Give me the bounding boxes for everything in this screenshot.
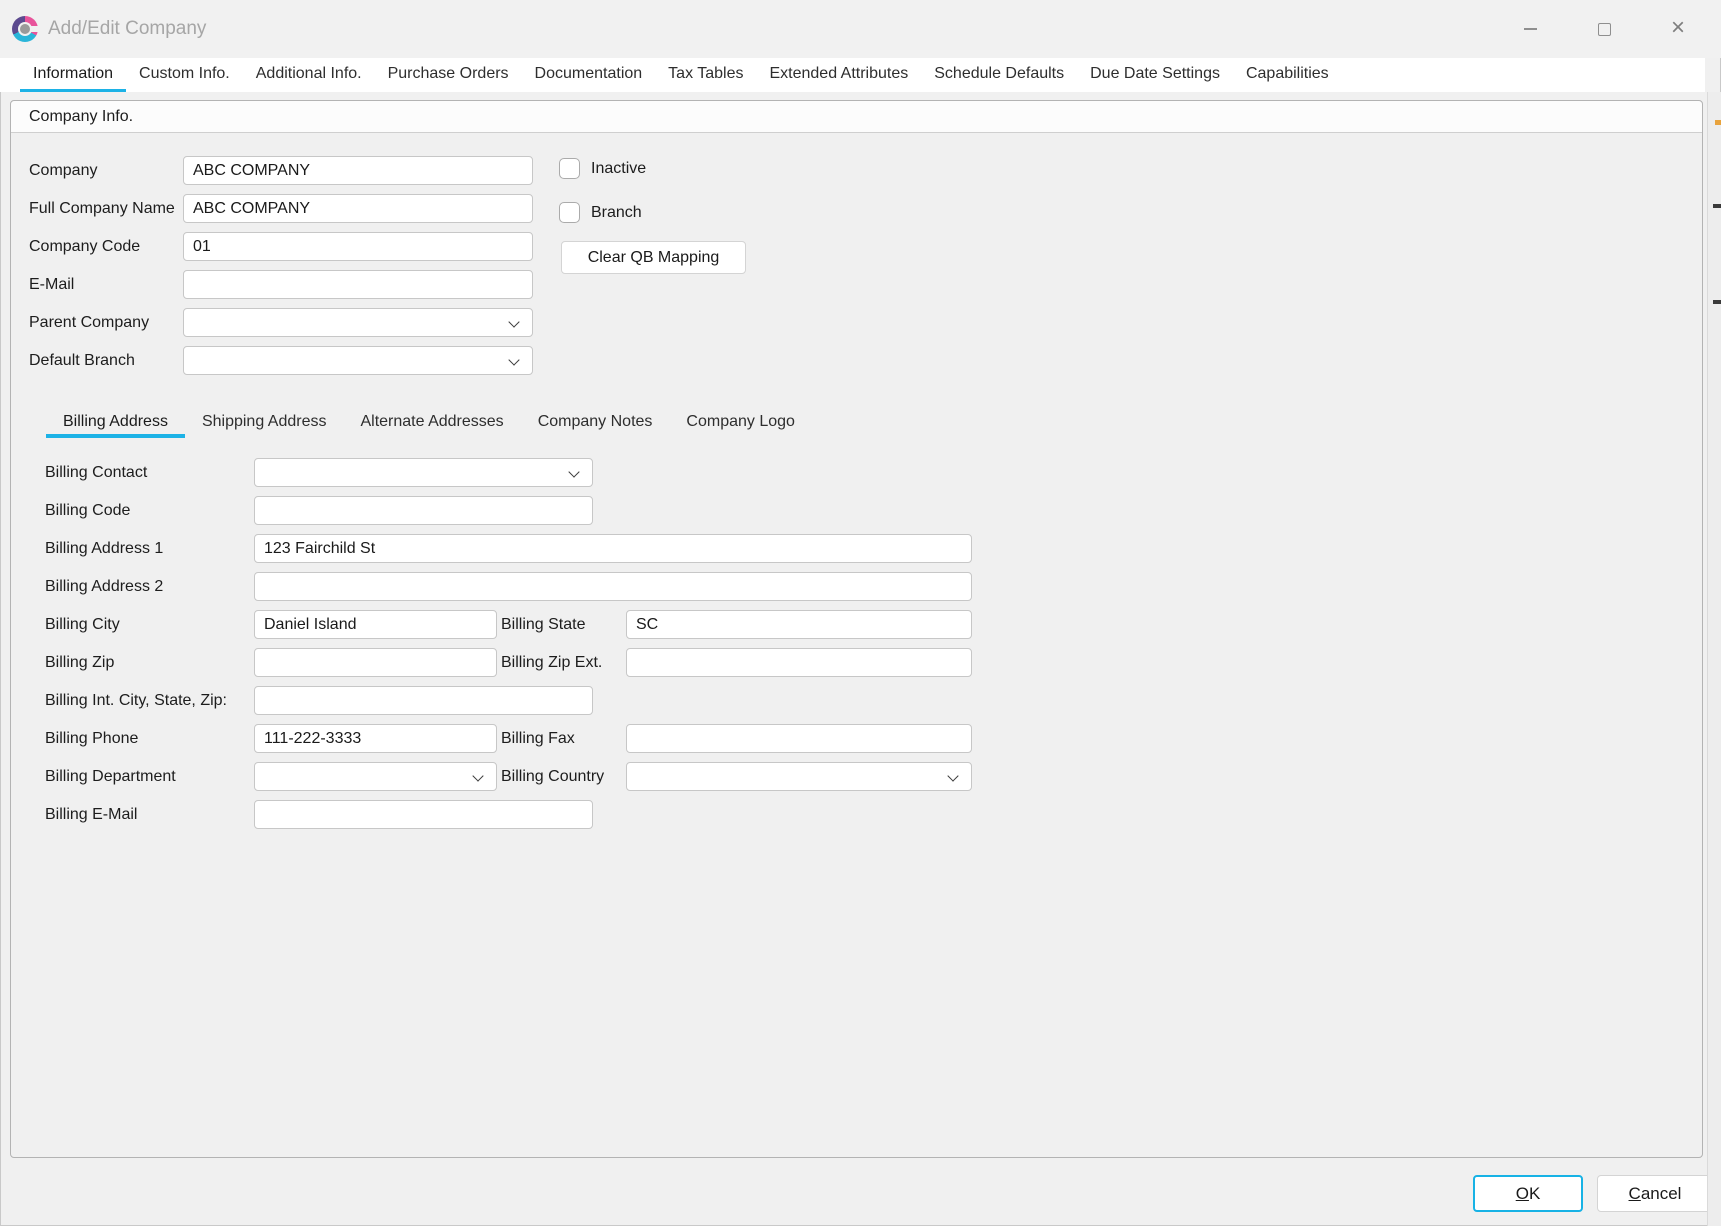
default-branch-label: Default Branch <box>29 346 135 375</box>
billing-zip-label: Billing Zip <box>45 648 114 677</box>
chevron-down-icon <box>472 770 483 781</box>
minimize-icon <box>1524 28 1537 30</box>
email-input[interactable] <box>183 270 533 299</box>
billing-email-label: Billing E-Mail <box>45 800 137 829</box>
billing-city-label: Billing City <box>45 610 120 639</box>
inactive-checkbox-label: Inactive <box>591 158 646 179</box>
edge-artifact <box>1715 120 1721 125</box>
billing-address2-input[interactable] <box>254 572 972 601</box>
billing-contact-label: Billing Contact <box>45 458 147 487</box>
cancel-button-label: ancel <box>1641 1184 1682 1204</box>
inactive-checkbox[interactable] <box>559 158 580 179</box>
tab-custom-info[interactable]: Custom Info. <box>126 58 243 92</box>
billing-phone-input[interactable] <box>254 724 497 753</box>
clear-qb-mapping-button[interactable]: Clear QB Mapping <box>561 241 746 274</box>
tab-purchase-orders[interactable]: Purchase Orders <box>375 58 522 92</box>
window-title: Add/Edit Company <box>48 0 206 58</box>
maximize-button[interactable] <box>1581 7 1627 51</box>
tab-schedule-defaults[interactable]: Schedule Defaults <box>921 58 1077 92</box>
maximize-icon <box>1598 23 1611 36</box>
branch-checkbox[interactable] <box>559 202 580 223</box>
group-title: Company Info. <box>11 101 1702 133</box>
close-icon: × <box>1671 16 1685 40</box>
tab-extended-attributes[interactable]: Extended Attributes <box>756 58 921 92</box>
billing-zip-input[interactable] <box>254 648 497 677</box>
ok-button[interactable]: OK <box>1473 1175 1583 1212</box>
billing-fax-label: Billing Fax <box>501 724 575 753</box>
app-logo-icon <box>12 16 38 42</box>
billing-state-input[interactable] <box>626 610 972 639</box>
billing-department-label: Billing Department <box>45 762 176 791</box>
address-tabbar: Billing Address Shipping Address Alterna… <box>46 409 812 438</box>
billing-fax-input[interactable] <box>626 724 972 753</box>
company-input[interactable] <box>183 156 533 185</box>
edge-artifact <box>1713 300 1721 304</box>
subtab-company-logo[interactable]: Company Logo <box>669 409 812 438</box>
tab-information[interactable]: Information <box>20 58 126 92</box>
background-window-edge <box>1707 92 1721 1226</box>
billing-address1-label: Billing Address 1 <box>45 534 163 563</box>
parent-company-select[interactable] <box>183 308 533 337</box>
billing-zip-ext-input[interactable] <box>626 648 972 677</box>
cancel-button-accesskey: C <box>1629 1184 1641 1204</box>
full-company-name-label: Full Company Name <box>29 194 175 223</box>
billing-int-city-input[interactable] <box>254 686 593 715</box>
tab-due-date-settings[interactable]: Due Date Settings <box>1077 58 1233 92</box>
full-company-name-input[interactable] <box>183 194 533 223</box>
add-edit-company-dialog: Add/Edit Company × Information Custom In… <box>0 0 1721 1226</box>
billing-zip-ext-label: Billing Zip Ext. <box>501 648 602 677</box>
ok-button-accesskey: O <box>1516 1184 1529 1204</box>
tab-documentation[interactable]: Documentation <box>522 58 656 92</box>
titlebar[interactable]: Add/Edit Company × <box>0 0 1721 58</box>
subtab-shipping-address[interactable]: Shipping Address <box>185 409 344 438</box>
email-label: E-Mail <box>29 270 74 299</box>
subtab-alternate-addresses[interactable]: Alternate Addresses <box>343 409 520 438</box>
parent-company-label: Parent Company <box>29 308 149 337</box>
company-code-label: Company Code <box>29 232 140 261</box>
billing-address1-input[interactable] <box>254 534 972 563</box>
tab-additional-info[interactable]: Additional Info. <box>243 58 375 92</box>
billing-state-label: Billing State <box>501 610 586 639</box>
billing-country-label: Billing Country <box>501 762 604 791</box>
billing-int-city-label: Billing Int. City, State, Zip: <box>45 686 227 715</box>
billing-city-input[interactable] <box>254 610 497 639</box>
company-label: Company <box>29 156 97 185</box>
billing-email-input[interactable] <box>254 800 593 829</box>
close-button[interactable]: × <box>1655 7 1701 51</box>
chevron-down-icon <box>947 770 958 781</box>
subtab-billing-address[interactable]: Billing Address <box>46 409 185 438</box>
branch-checkbox-label: Branch <box>591 202 642 223</box>
billing-code-input[interactable] <box>254 496 593 525</box>
minimize-button[interactable] <box>1507 7 1553 51</box>
subtab-company-notes[interactable]: Company Notes <box>521 409 670 438</box>
billing-code-label: Billing Code <box>45 496 130 525</box>
edge-artifact <box>1713 204 1721 208</box>
company-info-groupbox: Company Info. Company Full Company Name … <box>10 100 1703 1158</box>
chevron-down-icon <box>568 466 579 477</box>
billing-contact-select[interactable] <box>254 458 593 487</box>
billing-country-select[interactable] <box>626 762 972 791</box>
company-code-input[interactable] <box>183 232 533 261</box>
billing-address2-label: Billing Address 2 <box>45 572 163 601</box>
tab-capabilities[interactable]: Capabilities <box>1233 58 1342 92</box>
chevron-down-icon <box>508 354 519 365</box>
main-tabbar: Information Custom Info. Additional Info… <box>0 58 1705 92</box>
ok-button-label: K <box>1529 1184 1540 1204</box>
tab-tax-tables[interactable]: Tax Tables <box>655 58 756 92</box>
billing-phone-label: Billing Phone <box>45 724 138 753</box>
cancel-button[interactable]: Cancel <box>1597 1175 1713 1212</box>
billing-department-select[interactable] <box>254 762 497 791</box>
chevron-down-icon <box>508 316 519 327</box>
default-branch-select[interactable] <box>183 346 533 375</box>
